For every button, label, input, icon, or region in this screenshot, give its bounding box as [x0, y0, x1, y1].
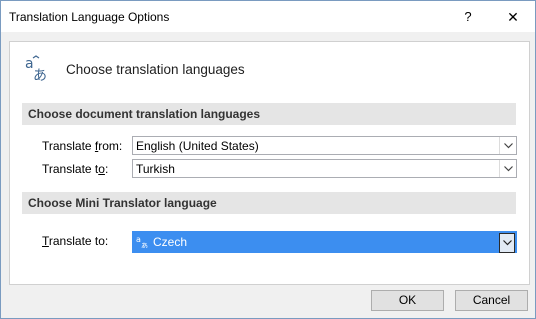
mini-translator-language-value: Czech	[153, 235, 188, 249]
svg-text:あ: あ	[33, 68, 47, 82]
dialog-title: Translation Language Options	[9, 10, 170, 24]
mini-translator-section-header: Choose Mini Translator language	[22, 192, 516, 214]
dialog-content: a あ Choose translation languages Choose …	[9, 41, 530, 285]
translate-icon: a あ	[25, 55, 47, 82]
document-languages-section-header: Choose document translation languages	[22, 103, 516, 125]
mini-translator-language-dropdown[interactable]: a あ Czech	[132, 231, 517, 253]
header-text: Choose translation languages	[66, 62, 245, 77]
title-bar: Translation Language Options ? ✕	[1, 1, 535, 32]
svg-text:あ: あ	[141, 242, 148, 248]
chevron-down-icon[interactable]	[499, 233, 515, 253]
dialog-window: Translation Language Options ? ✕ a あ Cho…	[0, 0, 536, 319]
translate-icon: a あ	[136, 235, 148, 248]
translate-from-label: Translate from:	[42, 139, 123, 153]
translate-from-dropdown[interactable]: English (United States)	[132, 136, 517, 155]
mini-translate-to-label: Translate to:	[42, 234, 109, 248]
ok-button[interactable]: OK	[371, 290, 444, 311]
close-button[interactable]: ✕	[501, 6, 525, 28]
translate-to-dropdown[interactable]: Turkish	[132, 159, 517, 178]
translate-to-value: Turkish	[136, 162, 175, 176]
translate-from-value: English (United States)	[136, 139, 259, 153]
chevron-down-icon[interactable]	[499, 137, 516, 154]
cancel-button[interactable]: Cancel	[455, 290, 528, 311]
chevron-down-icon[interactable]	[499, 160, 516, 177]
translate-to-label: Translate to:	[42, 162, 109, 176]
help-button[interactable]: ?	[456, 6, 480, 28]
